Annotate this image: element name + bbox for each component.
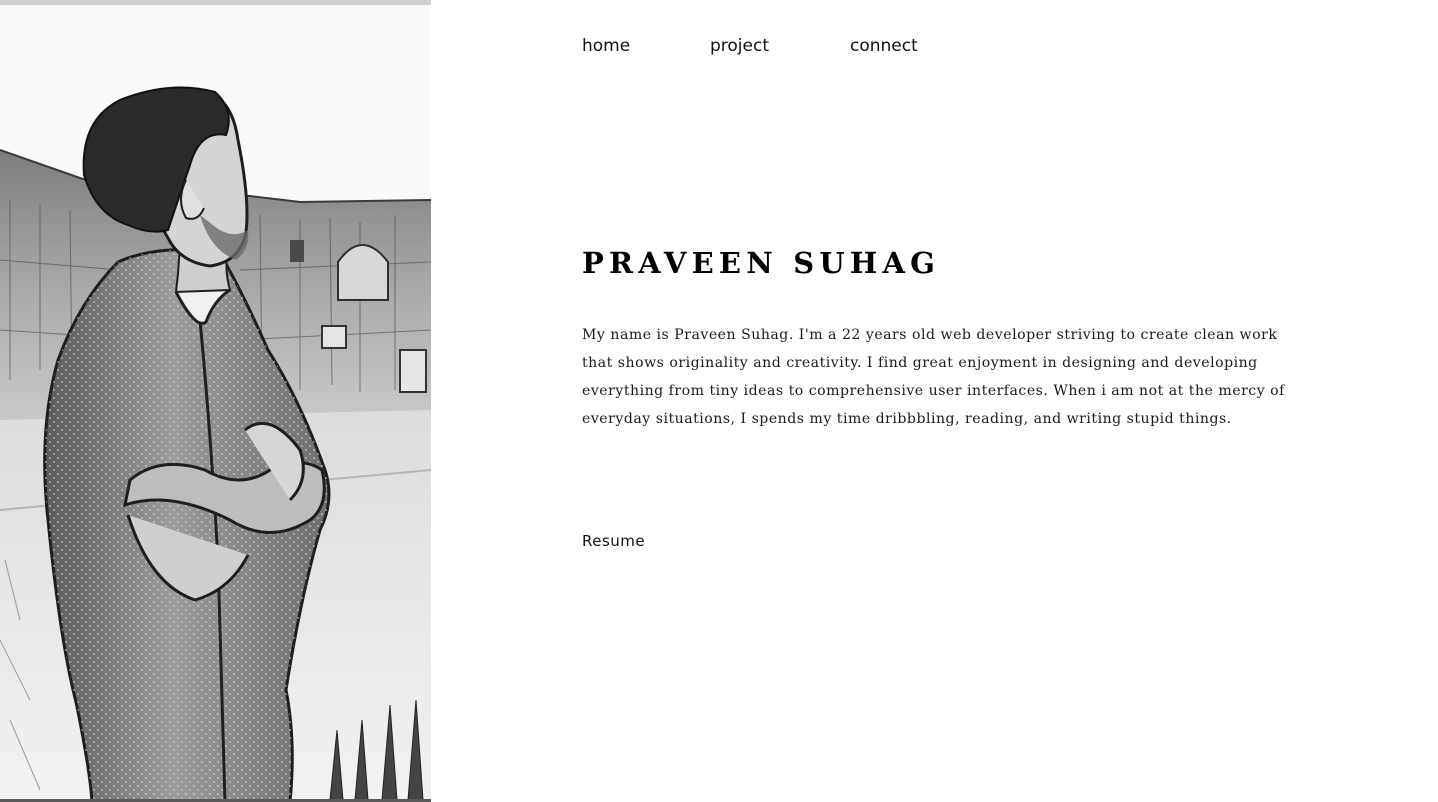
nav-link-home[interactable]: home (582, 36, 630, 56)
profile-portrait (0, 0, 431, 802)
page-title: PRAVEEN SUHAG (582, 246, 941, 280)
nav-link-project[interactable]: project (710, 36, 769, 56)
nav-link-connect[interactable]: connect (850, 36, 918, 56)
resume-link[interactable]: Resume (582, 532, 645, 550)
portrait-illustration (0, 0, 431, 802)
bio-paragraph: My name is Praveen Suhag. I'm a 22 years… (582, 327, 1285, 427)
